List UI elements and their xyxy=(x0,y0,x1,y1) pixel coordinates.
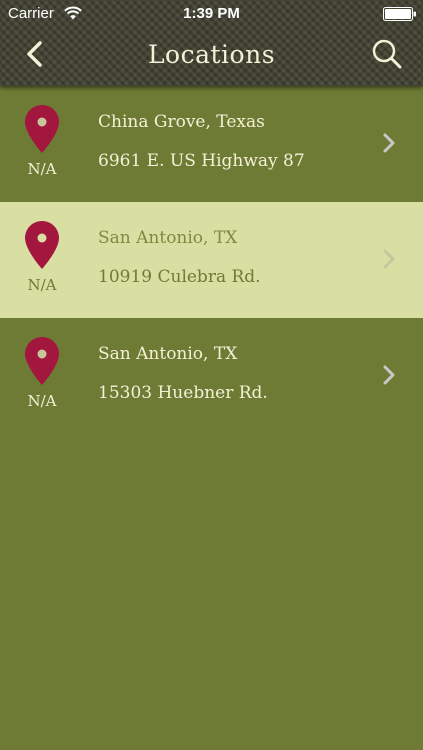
map-pin-icon xyxy=(25,337,59,385)
chevron-right-icon xyxy=(383,365,395,385)
battery-icon xyxy=(383,7,416,21)
navigation-bar: Carrier 1:39 PM Locations xyxy=(0,0,423,86)
map-pin-icon xyxy=(25,105,59,153)
location-row[interactable]: N/A San Antonio, TX 15303 Huebner Rd. xyxy=(0,318,423,434)
distance-label: N/A xyxy=(27,392,57,410)
status-bar: Carrier 1:39 PM xyxy=(0,0,423,28)
chevron-right-icon xyxy=(383,133,395,153)
search-icon xyxy=(372,39,402,69)
status-time: 1:39 PM xyxy=(183,5,240,22)
map-pin-icon xyxy=(25,221,59,269)
location-name: San Antonio, TX xyxy=(98,228,238,248)
distance-label: N/A xyxy=(27,276,57,294)
locations-list: N/A China Grove, Texas 6961 E. US Highwa… xyxy=(0,86,423,434)
location-name: San Antonio, TX xyxy=(98,344,238,364)
location-row[interactable]: N/A China Grove, Texas 6961 E. US Highwa… xyxy=(0,86,423,202)
location-name: China Grove, Texas xyxy=(98,112,265,132)
chevron-right-icon xyxy=(383,249,395,269)
location-row[interactable]: N/A San Antonio, TX 10919 Culebra Rd. xyxy=(0,202,423,318)
location-address: 10919 Culebra Rd. xyxy=(98,267,261,287)
page-title: Locations xyxy=(147,40,276,69)
location-address: 15303 Huebner Rd. xyxy=(98,383,268,403)
distance-label: N/A xyxy=(27,160,57,178)
location-address: 6961 E. US Highway 87 xyxy=(98,151,305,171)
search-button[interactable] xyxy=(367,36,407,72)
